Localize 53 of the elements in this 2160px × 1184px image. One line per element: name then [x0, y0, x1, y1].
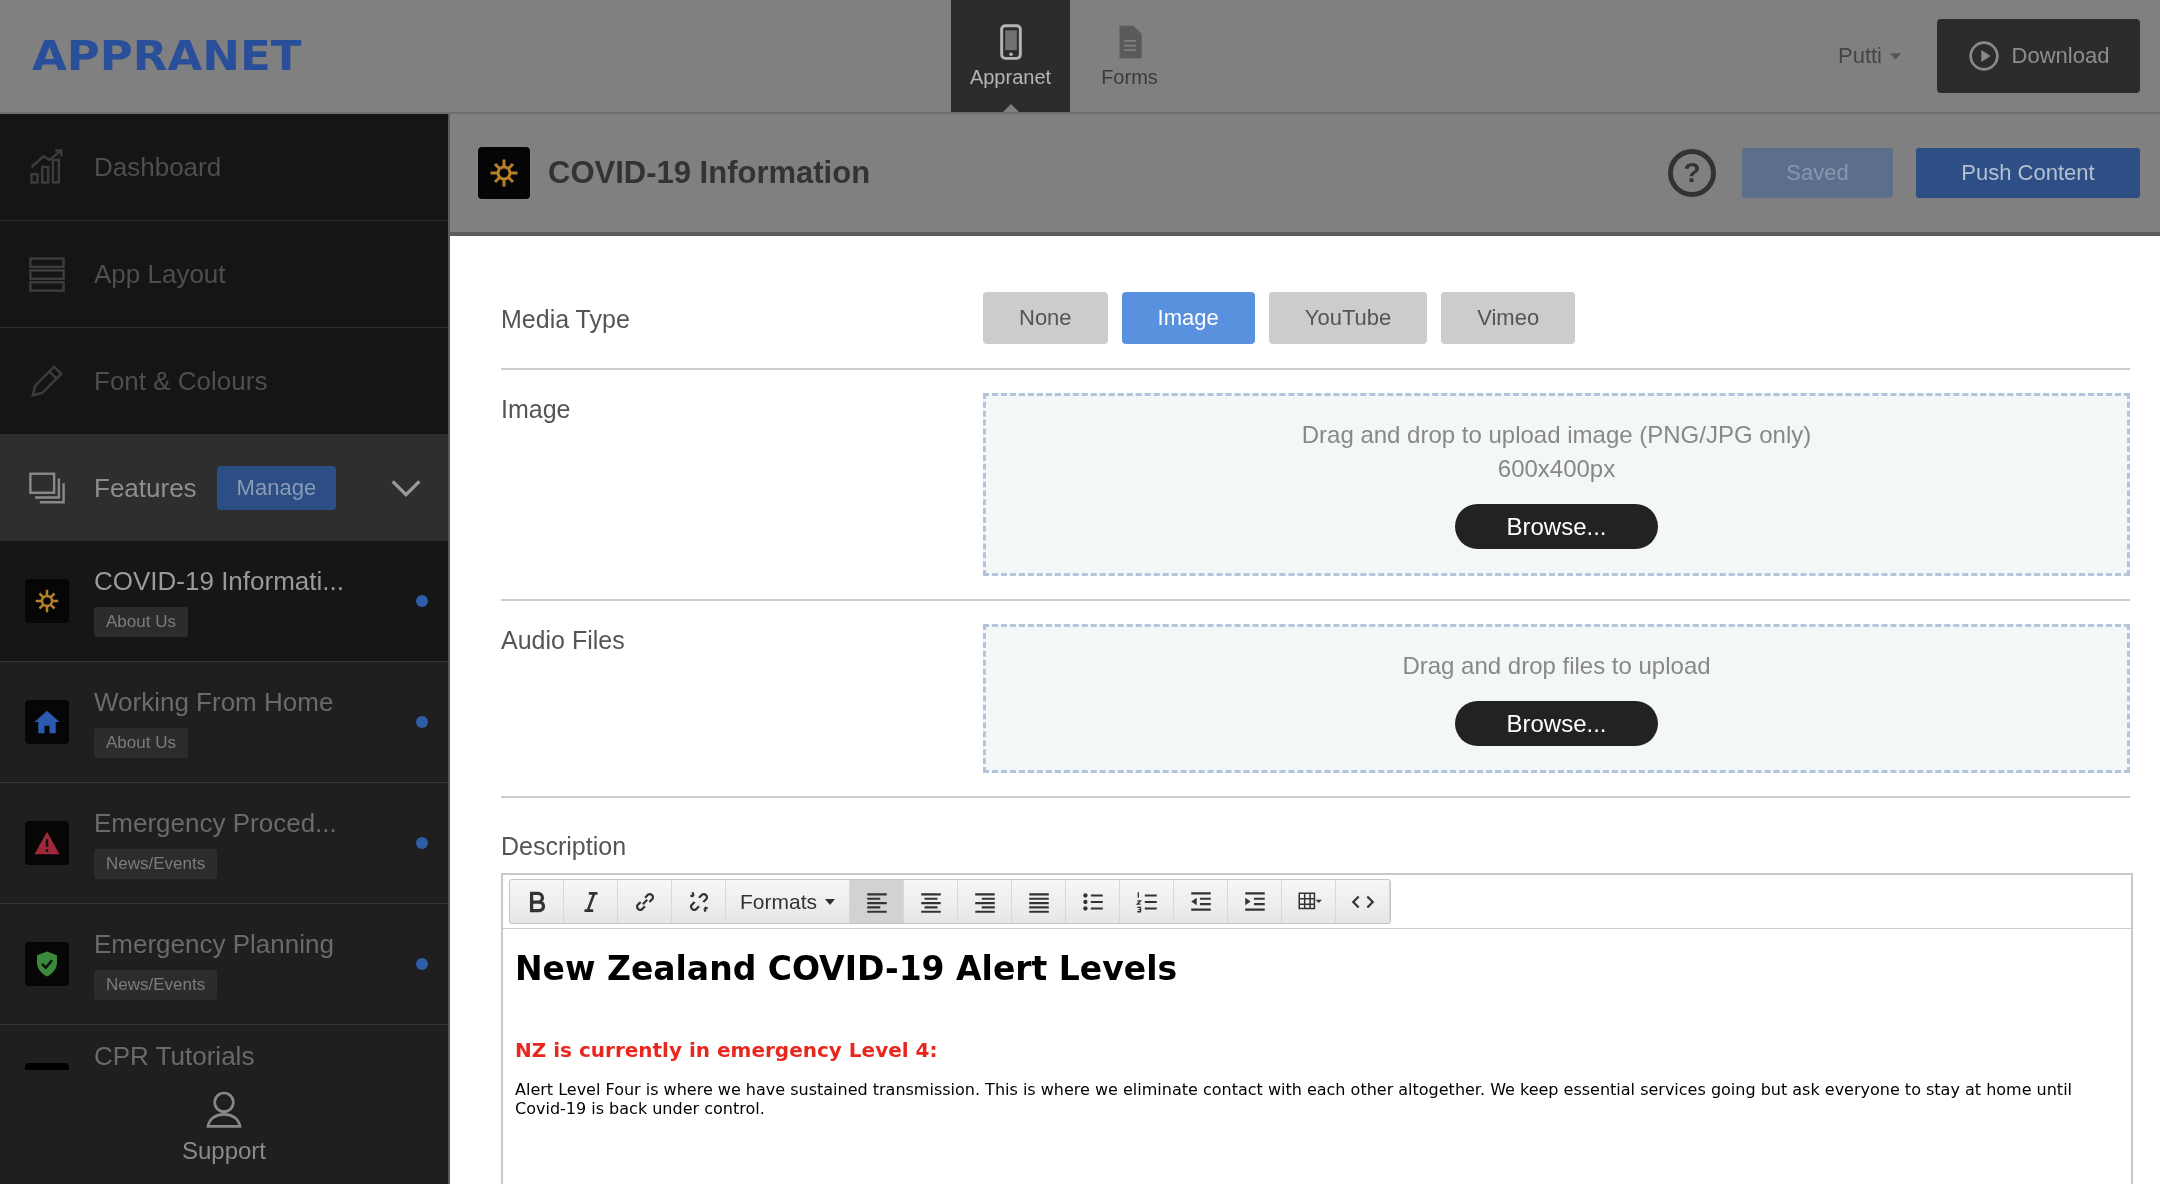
media-type-option[interactable]: None	[983, 292, 1108, 344]
media-type-option[interactable]: YouTube	[1268, 292, 1428, 344]
features-label: Features	[94, 472, 197, 504]
page-title: COVID-19 Information	[548, 155, 871, 191]
image-drop-zone[interactable]: Drag and drop to upload image (PNG/JPG only) 600x400px Browse...	[983, 393, 2130, 576]
align-left-button[interactable]	[850, 880, 904, 923]
caret-icon	[1890, 52, 1901, 60]
field-label: Image	[501, 394, 572, 425]
download-button[interactable]: Download	[1937, 19, 2140, 93]
category-tag: News/Events	[94, 848, 218, 879]
logo: APPRANET	[32, 32, 302, 80]
drop-hint: Drag and drop files to upload	[1402, 651, 1711, 681]
status-dot	[416, 958, 428, 970]
category-tag: About Us	[94, 727, 188, 758]
status-dot	[416, 716, 428, 728]
browse-button[interactable]: Browse...	[1455, 701, 1658, 746]
play-icon	[1967, 40, 2000, 72]
user-menu[interactable]: Putti	[1831, 0, 1907, 112]
field-label: Description	[501, 832, 628, 861]
alert-heading: NZ is currently in emergency Level 4:	[515, 1038, 939, 1062]
field-label: Audio Files	[501, 625, 626, 656]
content-heading: New Zealand COVID-19 Alert Levels	[515, 949, 1179, 988]
caret-icon	[825, 898, 835, 905]
chevron-icon[interactable]	[390, 478, 422, 498]
media-type-option[interactable]: Image	[1121, 292, 1255, 344]
field-label: Media Type	[501, 303, 631, 334]
feature-item[interactable]: CPR Tutorials	[0, 1025, 448, 1070]
audio-drop-zone[interactable]: Drag and drop files to upload Browse...	[983, 624, 2130, 773]
feature-item[interactable]: Emergency Planning News/Events	[0, 904, 448, 1025]
feature-item[interactable]: Emergency Proced... News/Events	[0, 783, 448, 904]
browse-button[interactable]: Browse...	[1455, 504, 1658, 549]
feature-item[interactable]: Working From Home About Us	[0, 662, 448, 783]
category-tag: About Us	[94, 606, 188, 637]
shield-icon	[25, 942, 69, 986]
help-button[interactable]: ?	[1668, 149, 1716, 197]
person-icon	[204, 1089, 244, 1129]
support-button[interactable]: Support	[0, 1070, 448, 1184]
pencil-icon	[28, 362, 66, 400]
manage-button[interactable]: Manage	[216, 466, 337, 510]
category-tag: News/Events	[94, 969, 218, 1000]
status-dot	[416, 595, 428, 607]
nav-tab[interactable]: Forms	[1070, 0, 1189, 112]
content-paragraph: Alert Level Four is where we have sustained transmission. This is where we eliminate contact with each other altogether. We keep essential services going but ask everyone to stay at home until Covid-19 is back under control.	[515, 1080, 2074, 1119]
rows-icon	[28, 255, 66, 293]
status-dot	[416, 837, 428, 849]
nav-tab[interactable]: Appranet	[951, 0, 1070, 112]
house-icon	[25, 700, 69, 744]
rich-text-editor[interactable]	[501, 873, 2133, 1184]
push-content-button[interactable]: Push Content	[1916, 148, 2140, 198]
drop-hint: Drag and drop to upload image (PNG/JPG only)	[1301, 420, 1812, 450]
size-hint: 600x400px	[1497, 454, 1616, 484]
warning-icon	[25, 821, 69, 865]
media-type-option[interactable]: Vimeo	[1441, 292, 1576, 344]
